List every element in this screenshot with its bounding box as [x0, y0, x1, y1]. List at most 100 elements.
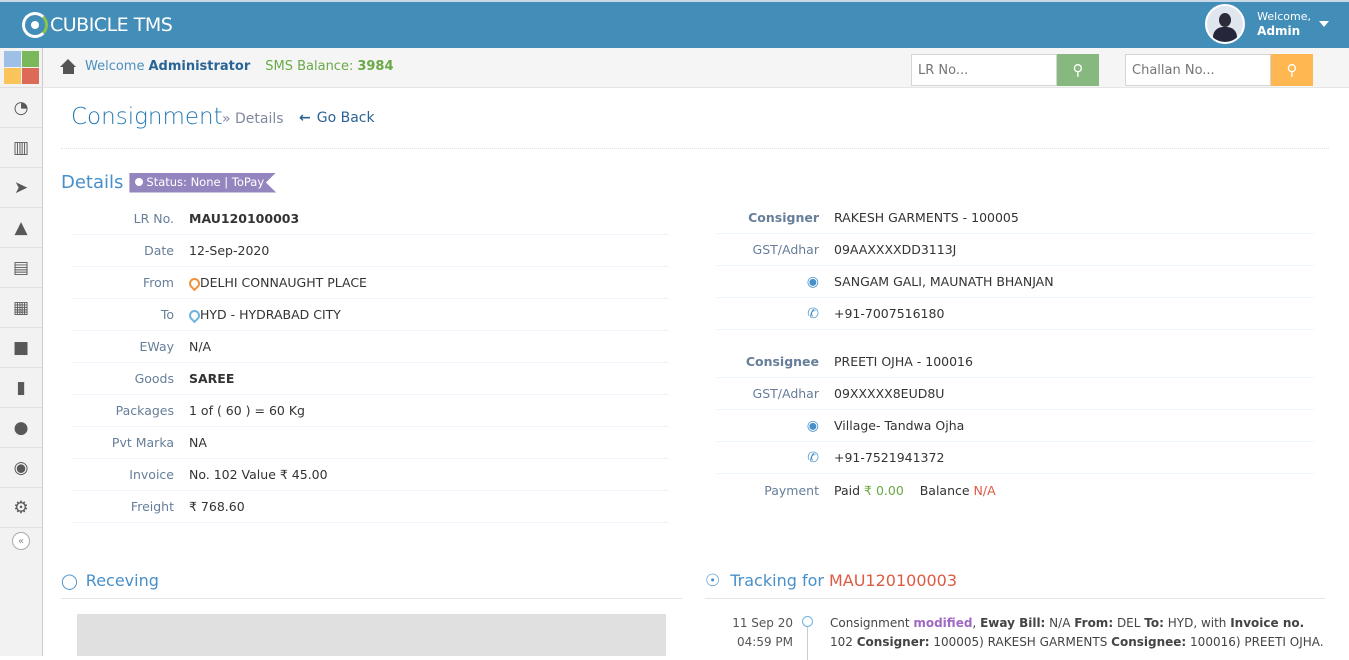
sms-balance-label: SMS Balance:	[265, 59, 354, 74]
shortcut-tile[interactable]	[4, 68, 21, 84]
detail-value: 1 of ( 60 ) = 60 Kg	[189, 403, 305, 418]
gst-label: GST/Adhar	[752, 242, 819, 257]
lightbulb-icon: ◯	[61, 571, 78, 590]
lr-search: ⚲	[911, 54, 1099, 86]
collapse-icon[interactable]: «	[12, 532, 30, 550]
receiving-header: ◯ Receving	[61, 563, 682, 599]
receiving-title: Receving	[85, 571, 159, 590]
consignment-details: LR No. MAU120100003 Date 12-Sep-2020 From DEL…	[72, 203, 669, 523]
page-header: Consignment » Details ← Go Back	[61, 88, 1329, 149]
consignee-phone-row: ✆ +91-7521941372	[717, 442, 1314, 474]
ledger-icon: ▮	[16, 377, 26, 398]
brand-name: CUBICLE TMS	[50, 14, 173, 36]
detail-label: Freight	[130, 499, 174, 514]
shortcut-tile[interactable]	[22, 68, 39, 84]
consignee-gst-row: GST/Adhar 09XXXXX8EUD8U	[717, 378, 1314, 410]
sidebar-item-dashboard[interactable]: ◔	[0, 88, 42, 128]
sidebar-item-users[interactable]: ●	[0, 408, 42, 448]
detail-value: No. 102 Value ₹ 45.00	[189, 467, 328, 482]
map-marker-icon: ◉	[806, 273, 819, 290]
consigner-address: SANGAM GALI, MAUNATH BHANJAN	[834, 274, 1054, 289]
detail-row: LR No. MAU120100003	[72, 203, 669, 235]
detail-label: From	[143, 275, 174, 290]
paper-plane-icon: ➤	[13, 177, 29, 198]
map-marker-icon	[189, 278, 196, 288]
detail-row: EWay N/A	[72, 331, 669, 363]
status-badge: Status: None | ToPay	[129, 172, 277, 193]
brand-logo-icon	[22, 12, 48, 38]
tracking-header: ☉ Tracking for MAU120100003	[705, 563, 1325, 599]
timeline-date: 11 Sep 20	[732, 616, 793, 630]
breadcrumb-admin: Administrator	[148, 59, 251, 74]
consigner-gst-row: GST/Adhar 09AAXXXXDD3113J	[717, 234, 1314, 266]
go-back-link[interactable]: ← Go Back	[299, 110, 375, 126]
cogs-icon: ⚙	[13, 497, 29, 518]
sidebar-item-truck[interactable]: ■	[0, 328, 42, 368]
sidebar-item-building[interactable]: ▦	[0, 288, 42, 328]
sidebar-item-paper-plane[interactable]: ➤	[0, 168, 42, 208]
detail-label: Invoice	[129, 467, 174, 482]
go-back-label: Go Back	[316, 110, 375, 126]
timeline-action: modified	[913, 616, 973, 630]
breadcrumb-welcome: Welcome	[85, 59, 145, 74]
sidebar-item-cogs[interactable]: ⚙	[0, 488, 42, 528]
detail-label: Packages	[115, 403, 174, 418]
sidebar-item-bar-chart[interactable]: ▥	[0, 128, 42, 168]
lr-search-button[interactable]: ⚲	[1057, 54, 1099, 86]
challan-search-input[interactable]	[1125, 54, 1271, 86]
detail-value: SAREE	[189, 371, 235, 386]
challan-search-button[interactable]: ⚲	[1271, 54, 1313, 86]
consigner-label: Consigner	[748, 210, 819, 225]
shortcut-tile[interactable]	[22, 51, 39, 67]
paid-label: Paid	[834, 482, 861, 498]
page-title: Consignment	[71, 104, 223, 130]
detail-value: 12-Sep-2020	[189, 243, 270, 258]
caret-down-icon[interactable]	[1319, 21, 1329, 27]
gst-label: GST/Adhar	[752, 386, 819, 401]
sidebar-item-road[interactable]: ▲	[0, 208, 42, 248]
consignee-phone: +91-7521941372	[834, 450, 945, 465]
consignee-label: Consignee	[745, 354, 819, 369]
detail-value: ₹ 768.60	[189, 499, 245, 514]
detail-label: Goods	[134, 371, 174, 386]
shortcut-tile[interactable]	[4, 51, 21, 67]
timeline-text: Consignment modified, Eway Bill: N/A Fro…	[830, 616, 1324, 649]
users-icon: ●	[13, 417, 29, 438]
consignee-address-row: ◉ Village- Tandwa Ojha	[717, 410, 1314, 442]
tracking-title: Tracking for	[730, 571, 824, 590]
avatar[interactable]	[1205, 4, 1246, 44]
user-welcome: Welcome, Admin	[1257, 10, 1311, 38]
detail-value: NA	[189, 435, 207, 450]
sidebar-collapse[interactable]: «	[0, 528, 42, 554]
receiving-panel	[77, 614, 666, 656]
detail-label: EWay	[139, 339, 174, 354]
search-icon: ⚲	[1072, 61, 1084, 79]
sidebar-item-book[interactable]: ▤	[0, 248, 42, 288]
detail-label: Date	[144, 243, 174, 258]
timeline-time: 11 Sep 20 04:59 PM	[705, 614, 793, 652]
sidebar-item-eye[interactable]: ◉	[0, 448, 42, 488]
status-text: Status: None | ToPay	[146, 174, 265, 189]
sidebar-item-ledger[interactable]: ▮	[0, 368, 42, 408]
timeline-dot	[802, 616, 813, 627]
lr-search-input[interactable]	[911, 54, 1057, 86]
consigner-row: Consigner RAKESH GARMENTS - 100005	[717, 202, 1314, 234]
welcome-label: Welcome,	[1257, 10, 1311, 23]
breadcrumb: Welcome Administrator SMS Balance: 3984 …	[43, 48, 1349, 88]
user-menu[interactable]: Welcome, Admin	[1205, 4, 1329, 44]
sidebar: ◔ ▥ ➤ ▲ ▤ ▦ ■ ▮ ● ◉ ⚙ «	[0, 48, 43, 656]
consignee-gst-value: 09XXXXX8EUD8U	[834, 386, 945, 401]
eye-icon: ◉	[13, 457, 29, 478]
detail-value: MAU120100003	[189, 211, 300, 226]
user-name: Admin	[1257, 24, 1301, 38]
detail-row: Freight ₹ 768.60	[72, 491, 669, 523]
detail-row: To HYD - HYDRABAD CITY	[72, 299, 669, 331]
home-icon[interactable]	[60, 59, 77, 74]
map-marker-icon: ◉	[806, 417, 819, 434]
details-title: Details	[61, 172, 124, 193]
top-navbar: CUBICLE TMS Welcome, Admin	[0, 0, 1349, 48]
payment-value: Paid ₹ 0.00 Balance N/A	[834, 483, 996, 498]
detail-row: Date 12-Sep-2020	[72, 235, 669, 267]
building-icon: ▦	[12, 297, 30, 318]
brand[interactable]: CUBICLE TMS	[22, 12, 173, 38]
